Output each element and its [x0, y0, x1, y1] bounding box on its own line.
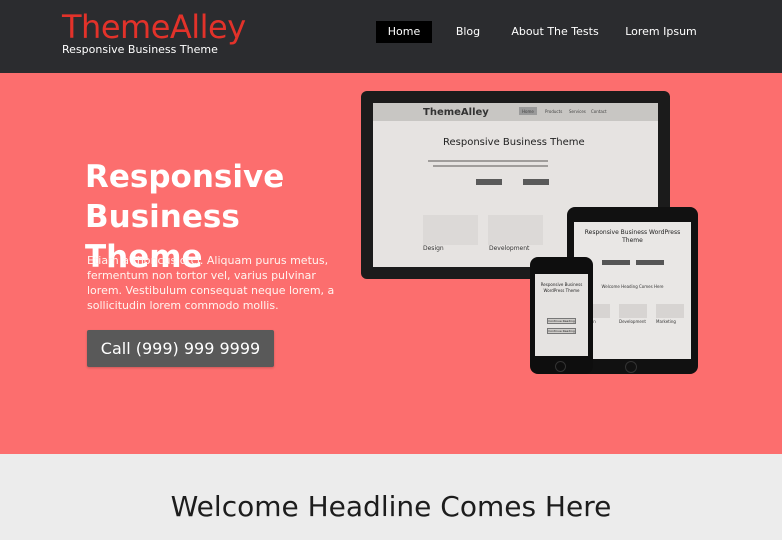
mockup-logo: ThemeAlley	[423, 107, 489, 118]
mockup-nav-item: Products	[545, 109, 563, 114]
phone-home-button	[555, 361, 566, 372]
nav-item-blog[interactable]: Blog	[448, 21, 488, 43]
tablet-button	[636, 260, 664, 265]
welcome-section: Welcome Headline Comes Here	[0, 454, 782, 540]
mockup-button	[476, 179, 502, 185]
phone-screen: Responsive Business WordPress Theme Cont…	[535, 274, 588, 356]
tablet-box	[619, 304, 647, 318]
tablet-button	[602, 260, 630, 265]
hero-text: Etiam a rhoncus orci. Aliquam purus metu…	[87, 254, 335, 312]
call-button[interactable]: Call (999) 999 9999	[87, 330, 274, 367]
mockup-text-line	[433, 165, 548, 167]
welcome-headline: Welcome Headline Comes Here	[170, 490, 612, 523]
tablet-box	[656, 304, 684, 318]
mockup-header-bar	[373, 103, 658, 121]
mockup-nav-item: Home	[522, 109, 534, 114]
main-nav: Home Blog About The Tests Lorem Ipsum	[0, 21, 782, 43]
phone-mockup: Responsive Business WordPress Theme Cont…	[530, 257, 593, 374]
mockup-text-line	[428, 160, 548, 162]
mockup-nav-item: Contact	[591, 109, 607, 114]
tablet-label: Marketing	[656, 319, 676, 324]
mockup-title: Responsive Business Theme	[443, 137, 585, 148]
mockup-label: Development	[489, 245, 530, 252]
tablet-label: Development	[619, 319, 646, 324]
nav-item-home[interactable]: Home	[376, 21, 432, 43]
phone-button: Continue Reading	[547, 318, 576, 324]
mockup-box	[488, 215, 543, 245]
mockup-label: Design	[423, 245, 444, 252]
mockup-nav-item: Services	[569, 109, 586, 114]
phone-button: Continue Reading	[547, 328, 576, 334]
site-tagline: Responsive Business Theme	[62, 43, 218, 56]
phone-title: Responsive Business WordPress Theme	[540, 282, 583, 293]
nav-item-about-the-tests[interactable]: About The Tests	[508, 21, 602, 43]
mockup-button	[523, 179, 549, 185]
tablet-title: Responsive Business WordPress Theme	[584, 229, 681, 244]
nav-item-lorem-ipsum[interactable]: Lorem Ipsum	[620, 21, 702, 43]
site-header: ThemeAlley Responsive Business Theme Hom…	[0, 0, 782, 73]
mockup-box	[423, 215, 478, 245]
tablet-home-button	[625, 361, 637, 373]
